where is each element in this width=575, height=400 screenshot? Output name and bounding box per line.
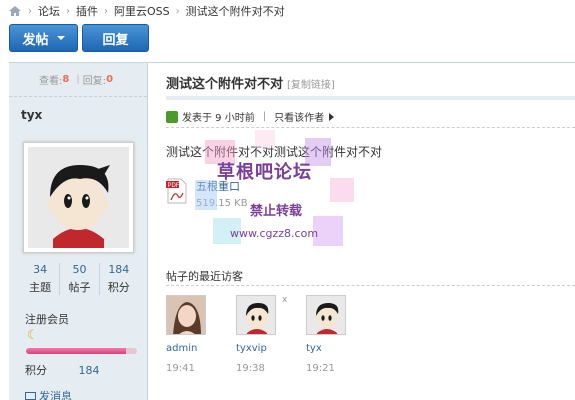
views-count: 8 (62, 74, 70, 85)
divider (166, 127, 575, 128)
credit-value: 184 (78, 364, 100, 377)
reply-button[interactable]: 回复 (82, 24, 149, 52)
visitor-name[interactable]: tyx (306, 343, 366, 354)
pdf-file-icon: PDF (166, 178, 188, 204)
post-content: 测试这个附件对不对测试这个附件对不对 (166, 145, 383, 159)
visitor-item[interactable]: x tyxvip 19:38 (236, 295, 296, 374)
send-message-link[interactable]: 发消息 (25, 388, 72, 400)
chevron-right-icon: › (28, 5, 32, 17)
author-counts: 34 主题 50 帖子 184 积分 (21, 263, 138, 295)
copy-link-button[interactable]: [复制链接] (287, 76, 335, 91)
attachment-size: 519.15 KB (196, 198, 248, 209)
chevron-right-icon: › (66, 5, 70, 17)
attachment-name[interactable]: 五根重口 (196, 178, 248, 194)
remove-visitor-icon[interactable]: x (282, 295, 287, 305)
count-credits[interactable]: 184 积分 (100, 263, 138, 295)
thread-frame: 查看: 8 | 回复: 0 tyx 34 主题 50 帖子 184 积分 注册会… (9, 62, 575, 400)
credit-label: 积分 (25, 364, 47, 377)
online-status-icon (166, 110, 178, 123)
views-label: 查看: (38, 76, 63, 87)
page-title: 测试这个附件对不对 (166, 77, 284, 92)
envelope-icon (25, 392, 36, 400)
breadcrumb-aliyun-oss[interactable]: 阿里云OSS (114, 3, 170, 19)
breadcrumb: › 论坛 › 插件 › 阿里云OSS › 测试这个附件对不对 (0, 0, 575, 22)
thread-stats: 查看: 8 | 回复: 0 (9, 63, 147, 97)
count-posts[interactable]: 50 帖子 (60, 263, 100, 295)
divider (166, 96, 575, 100)
chevron-right-icon: › (104, 5, 108, 17)
divider: | (262, 111, 267, 122)
reply-button-label: 回复 (102, 32, 129, 48)
moon-icon: ☾ (27, 328, 39, 343)
post-button[interactable]: 发帖 (9, 24, 78, 52)
visitor-name[interactable]: admin (166, 343, 226, 354)
post-main: 测试这个附件对不对 [复制链接] 发表于 9 小时前 | 只看该作者 测试这个附… (149, 63, 575, 400)
credit-row: 积分 184 (25, 362, 100, 378)
author-sidebar: 查看: 8 | 回复: 0 tyx 34 主题 50 帖子 184 积分 注册会… (9, 63, 148, 400)
replies-count: 0 (106, 74, 114, 85)
visitor-avatar[interactable] (306, 295, 346, 335)
triangle-right-icon (329, 112, 335, 121)
replies-label: 回复: (82, 76, 107, 87)
only-author-link[interactable]: 只看该作者 (274, 109, 324, 124)
credits-count: 184 (108, 263, 130, 276)
visitor-time: 19:38 (236, 363, 265, 374)
visitor-item[interactable]: tyx 19:21 (306, 295, 366, 374)
recent-visitors-title: 帖子的最近访客 (166, 270, 243, 283)
avatar-image (28, 147, 129, 248)
visitor-name[interactable]: tyxvip (236, 343, 296, 354)
posts-count: 50 (72, 263, 87, 276)
divider (166, 285, 575, 286)
credits-label: 积分 (107, 281, 130, 294)
svg-text:PDF: PDF (168, 183, 180, 189)
credit-progress-fill (26, 348, 126, 354)
visitor-time: 19:21 (306, 363, 335, 374)
count-topics[interactable]: 34 主题 (21, 263, 61, 295)
caret-down-icon (56, 36, 65, 40)
posts-label: 帖子 (68, 281, 91, 294)
post-button-label: 发帖 (22, 32, 49, 48)
topics-label: 主题 (29, 281, 52, 294)
send-message-label: 发消息 (39, 390, 72, 400)
visitor-avatar[interactable] (166, 295, 206, 335)
avatar[interactable] (23, 142, 134, 253)
chevron-right-icon: › (175, 5, 180, 17)
divider: | (76, 74, 80, 85)
breadcrumb-plugins[interactable]: 插件 (76, 3, 98, 19)
visitor-avatar[interactable] (236, 295, 276, 335)
breadcrumb-forum[interactable]: 论坛 (38, 3, 60, 19)
attachment[interactable]: PDF 五根重口 519.15 KB (166, 178, 248, 209)
breadcrumb-current-thread[interactable]: 测试这个附件对不对 (186, 3, 285, 19)
thread-title-row: 测试这个附件对不对 [复制链接] (166, 73, 335, 92)
topics-count: 34 (33, 263, 48, 276)
user-group[interactable]: 注册会员 (25, 311, 69, 327)
post-time: 发表于 9 小时前 (182, 113, 255, 124)
visitor-time: 19:41 (166, 363, 195, 374)
post-meta: 发表于 9 小时前 | 只看该作者 (166, 109, 335, 124)
author-name[interactable]: tyx (21, 108, 42, 122)
credit-progress-bar (26, 348, 137, 354)
visitor-item[interactable]: admin 19:41 (166, 295, 226, 374)
home-icon[interactable] (8, 4, 22, 18)
